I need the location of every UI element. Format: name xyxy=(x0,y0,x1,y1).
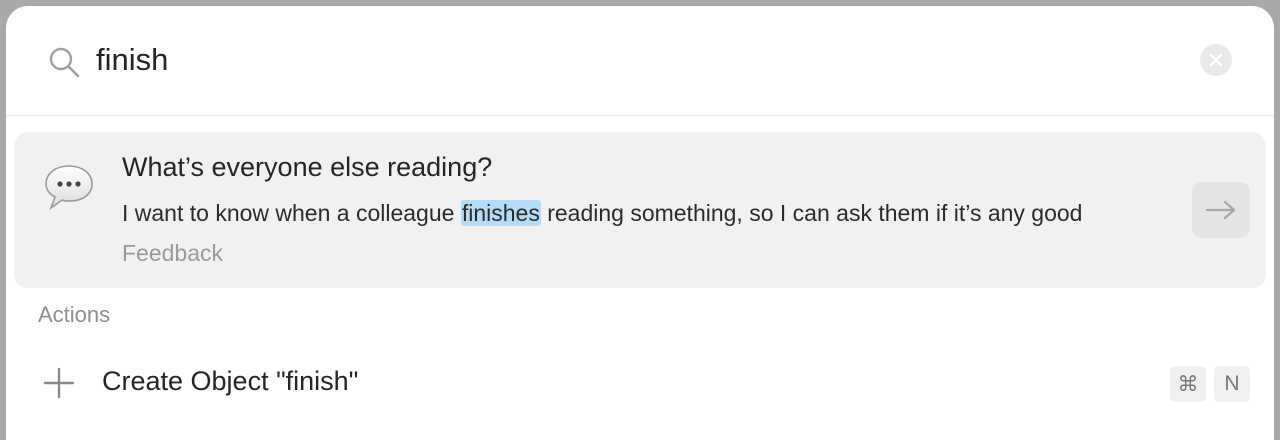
search-match-highlight: finishes xyxy=(460,200,541,226)
n-key-badge: N xyxy=(1214,366,1250,402)
search-icon xyxy=(49,47,80,78)
search-result-card[interactable]: What’s everyone else reading? I want to … xyxy=(14,132,1266,288)
actions-section-label: Actions xyxy=(38,302,111,327)
result-type-label: Feedback xyxy=(122,240,224,266)
arrow-right-icon xyxy=(1205,200,1236,220)
create-object-action[interactable]: Create Object "finish" ⌘ N xyxy=(14,352,1266,416)
close-icon xyxy=(1209,53,1223,67)
snippet-text-before: I want to know when a colleague xyxy=(122,200,461,226)
search-input[interactable] xyxy=(96,36,1176,84)
snippet-text-after: reading something, so I can ask them if … xyxy=(540,200,1083,226)
speech-bubble-icon xyxy=(45,165,93,211)
plus-icon xyxy=(43,367,75,399)
open-result-button[interactable] xyxy=(1192,182,1250,238)
clear-search-button[interactable] xyxy=(1200,44,1232,76)
result-title: What’s everyone else reading? xyxy=(122,152,493,182)
result-snippet: I want to know when a colleague finishes… xyxy=(122,200,1082,227)
command-key-badge: ⌘ xyxy=(1170,366,1206,402)
create-object-label: Create Object "finish" xyxy=(102,366,359,396)
search-bar xyxy=(6,6,1274,116)
command-palette: What’s everyone else reading? I want to … xyxy=(6,6,1274,440)
